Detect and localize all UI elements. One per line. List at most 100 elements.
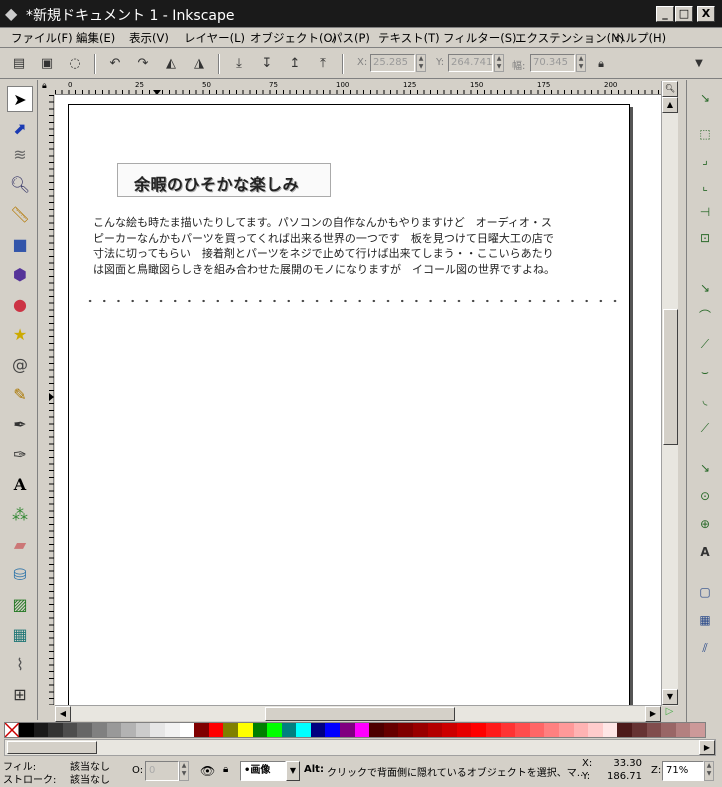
horizontal-ruler[interactable]: 0 25 50 75 100 125 150 175 200 bbox=[55, 81, 661, 95]
maximize-button[interactable]: □ bbox=[675, 6, 693, 22]
menu-help[interactable]: ヘルプ(H) bbox=[614, 30, 666, 46]
zoom-tool-icon[interactable]: 🔍︎ bbox=[7, 172, 33, 198]
color-swatch[interactable] bbox=[33, 723, 49, 737]
heading-text[interactable]: 余暇のひそかな楽しみ bbox=[134, 171, 299, 195]
snap-intersections-icon[interactable]: ⟋ bbox=[695, 334, 715, 354]
raise-icon[interactable]: ↥ bbox=[284, 53, 306, 75]
color-swatch[interactable] bbox=[675, 723, 691, 737]
color-swatch[interactable] bbox=[558, 723, 574, 737]
vertical-scrollbar[interactable]: 🔍︎ ▲ ▼ bbox=[661, 81, 678, 706]
y-spinner[interactable]: ▲ ▼ bbox=[494, 54, 504, 72]
menu-extensions[interactable]: エクステンション(N) bbox=[515, 30, 624, 46]
rotate-ccw-icon[interactable]: ↶ bbox=[104, 53, 126, 75]
color-swatch[interactable] bbox=[427, 723, 443, 737]
heading-frame[interactable]: 余暇のひそかな楽しみ bbox=[117, 163, 331, 197]
vertical-ruler[interactable] bbox=[40, 95, 54, 705]
palette-scroll-right-button[interactable]: ▶ bbox=[699, 740, 715, 755]
snap-bbox-midpoints-icon[interactable]: ⊣ bbox=[695, 202, 715, 222]
select-all-icon[interactable]: ▤ bbox=[8, 53, 30, 75]
spiral-tool-icon[interactable]: @ bbox=[7, 352, 33, 378]
document-page[interactable]: 余暇のひそかな楽しみ こんな絵も時たま描いたりしてます。パソコンの自作なんかもや… bbox=[68, 104, 630, 705]
connector-tool-icon[interactable]: ⊞ bbox=[7, 682, 33, 708]
snap-rotation-centers-icon[interactable]: ⊕ bbox=[695, 514, 715, 534]
color-swatch[interactable] bbox=[77, 723, 92, 737]
snap-guides-icon[interactable]: ⫽ bbox=[695, 638, 715, 658]
zoom-input[interactable]: 71% bbox=[662, 761, 704, 781]
lower-icon[interactable]: ↧ bbox=[256, 53, 278, 75]
color-swatch[interactable] bbox=[194, 723, 209, 737]
stroke-value[interactable]: 該当なし bbox=[70, 771, 110, 786]
lock-guides-icon[interactable]: 🔒︎ bbox=[42, 81, 47, 91]
snap-text-baseline-icon[interactable]: A bbox=[695, 542, 715, 562]
color-swatch[interactable] bbox=[223, 723, 238, 737]
zoom-spinner[interactable]: ▲ ▼ bbox=[704, 761, 714, 781]
menu-path[interactable]: パス(P) bbox=[331, 30, 370, 46]
minimize-button[interactable]: _ bbox=[656, 6, 674, 22]
layer-select[interactable]: •画像 bbox=[240, 761, 286, 781]
color-swatch[interactable] bbox=[690, 723, 705, 737]
scroll-right-button[interactable]: ▶ bbox=[645, 706, 661, 722]
body-text[interactable]: こんな絵も時たま描いたりしてます。パソコンの自作なんかもやりますけど オーディオ… bbox=[93, 215, 613, 277]
color-swatch[interactable] bbox=[471, 723, 486, 737]
eraser-tool-icon[interactable]: ▰ bbox=[7, 532, 33, 558]
star-tool-icon[interactable]: ★ bbox=[7, 322, 33, 348]
color-swatch[interactable] bbox=[544, 723, 559, 737]
pencil-tool-icon[interactable]: ✎ bbox=[7, 382, 33, 408]
snap-smooth-nodes-icon[interactable]: ◟ bbox=[695, 390, 715, 410]
snap-line-midpoints-icon[interactable]: ⟋ bbox=[695, 418, 715, 438]
color-swatch[interactable] bbox=[369, 723, 384, 737]
menu-view[interactable]: 表示(V) bbox=[129, 30, 169, 46]
gradient-tool-icon[interactable]: ▨ bbox=[7, 592, 33, 618]
snap-page-border-icon[interactable]: ▢ bbox=[695, 582, 715, 602]
color-swatch[interactable] bbox=[164, 723, 180, 737]
palette-scrollbar[interactable]: ▶ bbox=[4, 739, 716, 756]
color-swatch[interactable] bbox=[486, 723, 501, 737]
color-swatch[interactable] bbox=[515, 723, 530, 737]
dropper-tool-icon[interactable]: ⌇ bbox=[7, 652, 33, 678]
opacity-input[interactable]: 0 bbox=[145, 761, 179, 781]
color-swatch[interactable] bbox=[325, 723, 341, 737]
horizontal-scrollbar[interactable]: ◀ ▶ bbox=[55, 705, 661, 722]
color-swatch[interactable] bbox=[661, 723, 676, 737]
snap-bbox-icon[interactable]: ⬚ bbox=[695, 124, 715, 144]
visibility-eye-icon[interactable]: 👁︎ bbox=[200, 764, 215, 778]
menu-file[interactable]: ファイル(F) bbox=[11, 30, 73, 46]
scroll-down-button[interactable]: ▼ bbox=[662, 689, 678, 705]
3d-box-tool-icon[interactable]: ⬢ bbox=[7, 262, 33, 288]
color-swatch[interactable] bbox=[500, 723, 516, 737]
scroll-left-button[interactable]: ◀ bbox=[55, 706, 71, 722]
color-swatch[interactable] bbox=[573, 723, 589, 737]
color-swatch[interactable] bbox=[442, 723, 457, 737]
vertical-scroll-thumb[interactable] bbox=[663, 309, 678, 445]
color-swatch[interactable] bbox=[310, 723, 326, 737]
color-swatch[interactable] bbox=[646, 723, 662, 737]
x-spinner[interactable]: ▲ ▼ bbox=[416, 54, 426, 72]
tweak-tool-icon[interactable]: ≋ bbox=[7, 142, 33, 168]
menu-edit[interactable]: 編集(E) bbox=[76, 30, 115, 46]
color-swatch[interactable] bbox=[383, 723, 399, 737]
close-button[interactable]: X bbox=[697, 6, 715, 22]
color-swatch[interactable] bbox=[208, 723, 224, 737]
color-swatch[interactable] bbox=[602, 723, 618, 737]
color-swatch[interactable] bbox=[456, 723, 472, 737]
text-tool-icon[interactable]: A bbox=[7, 472, 33, 498]
snap-grids-icon[interactable]: ▦ bbox=[695, 610, 715, 630]
flip-horizontal-icon[interactable]: ◭ bbox=[160, 53, 182, 75]
scroll-up-button[interactable]: ▲ bbox=[662, 97, 678, 113]
paint-bucket-tool-icon[interactable]: ⛁ bbox=[7, 562, 33, 588]
color-swatch[interactable] bbox=[91, 723, 107, 737]
layer-lock-icon[interactable]: 🔒︎ bbox=[223, 764, 228, 775]
snap-bbox-centers-icon[interactable]: ⊡ bbox=[695, 228, 715, 248]
color-swatch[interactable] bbox=[48, 723, 63, 737]
flip-vertical-icon[interactable]: ◮ bbox=[188, 53, 210, 75]
no-paint-swatch[interactable] bbox=[4, 722, 20, 738]
snap-object-centers-icon[interactable]: ⊙ bbox=[695, 486, 715, 506]
lower-to-bottom-icon[interactable]: ⤓ bbox=[228, 53, 250, 75]
rotate-cw-icon[interactable]: ↷ bbox=[132, 53, 154, 75]
calligraphy-tool-icon[interactable]: ✑ bbox=[7, 442, 33, 468]
color-swatch[interactable] bbox=[179, 723, 195, 737]
lock-icon[interactable]: 🔒︎ bbox=[590, 53, 612, 75]
layer-dropdown-arrow-icon[interactable]: ▼ bbox=[286, 761, 300, 781]
color-managed-icon[interactable]: ▷ bbox=[661, 706, 678, 722]
menu-object[interactable]: オブジェクト(O) bbox=[250, 30, 337, 46]
